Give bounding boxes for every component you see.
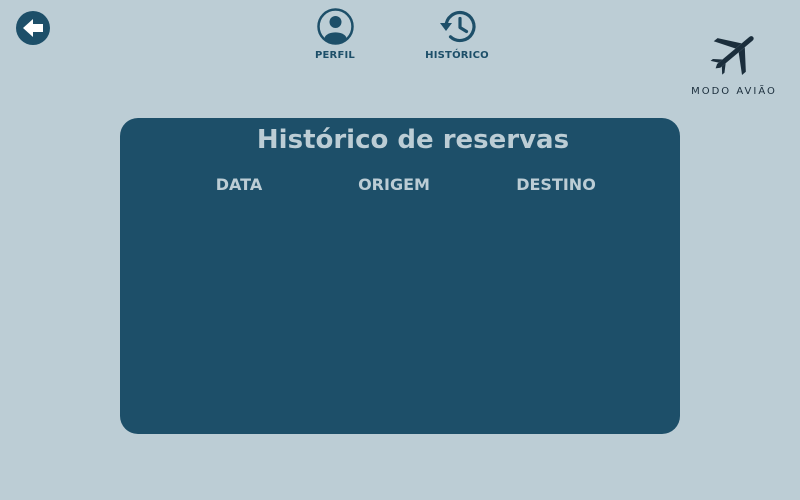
brand-logo: MODO AVIÃO xyxy=(690,30,778,97)
user-circle-icon xyxy=(316,8,354,45)
column-header-data: DATA xyxy=(215,175,263,194)
airplane-icon xyxy=(710,36,754,75)
column-header-destino: DESTINO xyxy=(516,175,596,194)
history-panel: Histórico de reservas DATA ORIGEM DESTIN… xyxy=(120,118,680,434)
history-icon xyxy=(440,10,476,43)
column-header-origem: ORIGEM xyxy=(358,175,430,194)
back-button[interactable] xyxy=(16,11,50,45)
nav-historico[interactable]: HISTÓRICO xyxy=(422,8,492,61)
nav-historico-label: HISTÓRICO xyxy=(425,50,489,61)
page-title: Histórico de reservas xyxy=(256,125,570,155)
nav-perfil-label: PERFIL xyxy=(315,50,355,61)
nav-perfil[interactable]: PERFIL xyxy=(310,8,360,61)
arrow-left-icon xyxy=(23,19,43,37)
brand-name: MODO AVIÃO xyxy=(691,86,777,97)
